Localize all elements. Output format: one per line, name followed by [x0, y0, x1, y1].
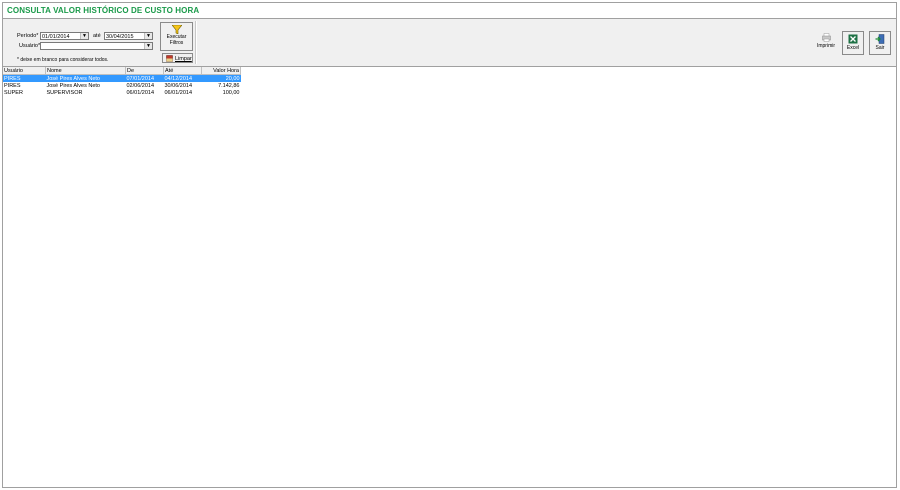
excel-button[interactable]: Excel	[842, 31, 864, 55]
cell-usuario: PIRES	[4, 82, 21, 89]
chevron-down-icon[interactable]: ▼	[80, 33, 88, 39]
col-ate[interactable]: Até	[163, 67, 202, 75]
eraser-icon	[166, 55, 173, 62]
col-usuario[interactable]: Usuário	[3, 67, 46, 75]
cell-valor-hora: 7.142,86	[218, 82, 240, 89]
exit-door-icon	[875, 34, 885, 44]
cell-valor-hora: 100,00	[222, 89, 240, 96]
cell-nome: SUPERVISOR	[46, 89, 83, 96]
cell-de: 07/01/2014	[125, 74, 164, 82]
executar-filtros-button[interactable]: Executar Filtros	[160, 22, 193, 51]
table-header-row: Usuário Nome De Até Valor Hora	[3, 67, 241, 75]
col-nome[interactable]: Nome	[45, 67, 126, 75]
col-valor-hora[interactable]: Valor Hora	[201, 67, 241, 75]
chevron-down-icon[interactable]: ▼	[144, 43, 152, 49]
periodo-label: Período*	[17, 33, 39, 39]
periodo-end-picker[interactable]: 30/04/2015 ▼	[104, 32, 153, 40]
limpar-button[interactable]: Limpar	[162, 53, 193, 63]
limpar-label: Limpar	[175, 56, 192, 62]
cell-valor-hora: 20,00	[201, 74, 241, 82]
cell-usuario: SUPER	[4, 89, 23, 96]
col-de[interactable]: De	[125, 67, 164, 75]
sair-button[interactable]: Sair	[869, 31, 891, 55]
ate-label: até	[93, 33, 101, 39]
periodo-end-value: 30/04/2015	[106, 33, 134, 40]
cell-de: 06/01/2014	[126, 89, 155, 96]
cell-de: 02/06/2014	[126, 82, 155, 89]
cell-nome: José Pires Alves Neto	[45, 74, 126, 82]
table-row[interactable]: PIRES José Pires Alves Neto 02/06/2014 3…	[3, 82, 241, 89]
table-row[interactable]: PIRES José Pires Alves Neto 07/01/2014 0…	[3, 74, 241, 82]
periodo-start-value: 01/01/2014	[42, 33, 70, 40]
title-bar: CONSULTA VALOR HISTÓRICO DE CUSTO HORA	[3, 3, 896, 19]
window-title: CONSULTA VALOR HISTÓRICO DE CUSTO HORA	[7, 6, 200, 15]
excel-label: Excel	[846, 45, 860, 51]
cell-nome: José Pires Alves Neto	[46, 82, 101, 89]
separator	[195, 21, 197, 64]
printer-icon	[821, 33, 831, 42]
excel-icon	[848, 34, 858, 44]
periodo-start-picker[interactable]: 01/01/2014 ▼	[40, 32, 89, 40]
filtros-label: Filtros	[169, 39, 184, 46]
usuario-label: Usuário*	[19, 43, 41, 49]
chevron-down-icon[interactable]: ▼	[144, 33, 152, 39]
hint-text: * deixe em branco para considerar todos.	[17, 57, 109, 63]
filter-panel: Período* 01/01/2014 ▼ até 30/04/2015 ▼ U…	[3, 19, 896, 67]
cell-ate: 04/12/2014	[163, 74, 202, 82]
results-grid[interactable]: Usuário Nome De Até Valor Hora PIRES Jos…	[3, 67, 896, 487]
cell-ate: 30/06/2014	[164, 82, 193, 89]
main-window: CONSULTA VALOR HISTÓRICO DE CUSTO HORA P…	[2, 2, 897, 488]
filter-icon	[171, 25, 182, 34]
imprimir-label: Imprimir	[816, 43, 836, 49]
imprimir-button[interactable]: Imprimir	[815, 33, 837, 55]
sair-label: Sair	[875, 45, 885, 51]
results-table: Usuário Nome De Até Valor Hora PIRES Jos…	[3, 67, 241, 96]
cell-usuario: PIRES	[3, 74, 46, 82]
usuario-select[interactable]: ▼	[40, 42, 153, 50]
cell-ate: 06/01/2014	[164, 89, 193, 96]
table-row[interactable]: SUPER SUPERVISOR 06/01/2014 06/01/2014 1…	[3, 89, 241, 96]
